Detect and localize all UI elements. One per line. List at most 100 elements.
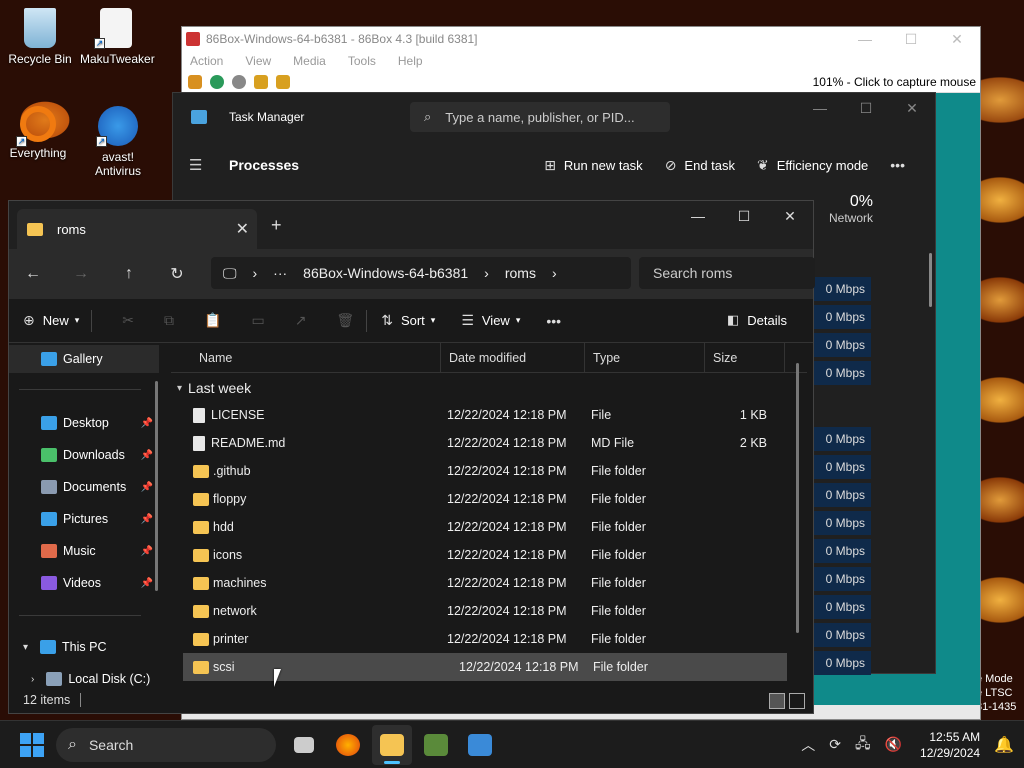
up-icon[interactable]: ↑ [105,265,153,283]
see-more-button[interactable]: ••• [546,313,569,329]
chevron-up-icon[interactable]: ︿ [801,735,815,755]
close-tab-icon[interactable]: ✕ [236,219,249,239]
new-tab-button[interactable]: + [271,215,282,236]
desktop-icon-avast[interactable]: ↗ avast! Antivirus [82,106,154,178]
back-icon[interactable]: ← [9,265,57,283]
minimize-button[interactable]: — [842,31,888,48]
task-manager-search[interactable]: ⌕ Type a name, publisher, or PID... [410,102,670,132]
breadcrumb-item[interactable]: roms [505,265,536,281]
refresh-icon[interactable]: ↻ [153,264,201,284]
file-explorer-window[interactable]: roms ✕ + — ☐ ✕ ← → ↑ ↻ 🖵 › ··· 86Box-Win… [8,200,815,714]
reset-icon[interactable] [210,74,224,89]
large-icons-view-icon[interactable] [789,693,805,709]
maximize-button[interactable]: ☐ [888,31,934,48]
desktop-icon-makutweaker[interactable]: ↗ MakuTweaker [80,8,155,66]
more-breadcrumbs-icon[interactable]: ··· [273,265,287,281]
sidebar-item-this-pc[interactable]: ▾ This PC [9,633,159,661]
menu-view[interactable]: View [245,54,271,68]
column-date-modified[interactable]: Date modified [441,342,585,373]
delete-icon[interactable]: 🗑 [336,312,354,329]
paste-icon[interactable]: 📋 [204,312,221,329]
chevron-right-icon[interactable]: › [484,265,489,281]
file-row[interactable]: icons 12/22/2024 12:18 PM File folder [171,541,807,569]
breadcrumb-item[interactable]: 86Box-Windows-64-b6381 [303,265,468,281]
settings-icon[interactable] [276,74,290,89]
menu-tools[interactable]: Tools [348,54,376,68]
network-icon[interactable]: 🖧 [855,733,871,757]
column-size[interactable]: Size [705,342,785,373]
file-row[interactable]: hdd 12/22/2024 12:18 PM File folder [171,513,807,541]
taskbar-search[interactable]: ⌕ Search [56,727,276,762]
chevron-down-icon[interactable]: ▾ [23,642,28,653]
sort-button[interactable]: ⇅ Sort ▾ [381,312,435,329]
menu-help[interactable]: Help [398,54,423,68]
scrollbar[interactable] [796,363,799,633]
file-row[interactable]: network 12/22/2024 12:18 PM File folder [171,597,807,625]
desktop-icon-everything[interactable]: ↗ Everything [2,106,74,160]
copy-icon[interactable]: ⧉ [164,312,174,329]
maximize-button[interactable]: ☐ [721,201,767,231]
file-row[interactable]: machines 12/22/2024 12:18 PM File folder [171,569,807,597]
tab-roms[interactable]: roms ✕ [17,209,257,249]
network-column-header[interactable]: 0% Network [813,193,873,225]
close-button[interactable]: ✕ [767,201,813,231]
close-button[interactable]: ✕ [889,93,935,123]
sidebar-item-desktop[interactable]: Desktop 📌 [9,409,159,437]
minimize-button[interactable]: — [675,201,721,231]
sidebar-item-downloads[interactable]: Downloads 📌 [9,441,159,469]
details-button[interactable]: ◧ Details [727,312,787,328]
scrollbar[interactable] [155,381,158,591]
details-view-icon[interactable] [769,693,785,709]
chevron-right-icon[interactable]: › [253,265,258,281]
group-header[interactable]: ▾ Last week [171,375,807,401]
cut-icon[interactable]: ✂ [122,312,134,329]
desktop-icon-recycle-bin[interactable]: Recycle Bin [4,8,76,66]
file-row[interactable]: README.md 12/22/2024 12:18 PM MD File 2 KB [171,429,807,457]
power-icon[interactable] [232,74,246,89]
view-button[interactable]: ☰ View ▾ [461,312,520,329]
search-input[interactable]: Search roms [639,257,815,289]
start-button[interactable] [20,732,44,757]
clock[interactable]: 12:55 AM 12/29/2024 [920,729,980,761]
sidebar-item-documents[interactable]: Documents 📌 [9,473,159,501]
new-button[interactable]: ⊕ New ▾ [23,312,79,329]
file-row[interactable]: .github 12/22/2024 12:18 PM File folder [171,457,807,485]
column-name[interactable]: Name [171,342,441,373]
run-new-task-button[interactable]: ⊞ Run new task [544,157,643,174]
notification-bell-icon[interactable]: 🔔 [994,735,1014,755]
file-explorer-button[interactable] [372,724,412,765]
file-row[interactable]: LICENSE 12/22/2024 12:18 PM File 1 KB [171,401,807,429]
close-button[interactable]: ✕ [934,31,980,48]
update-icon[interactable]: ⟳ [829,736,841,753]
sidebar-item-videos[interactable]: Videos 📌 [9,569,159,597]
menu-action[interactable]: Action [190,54,223,68]
chevron-right-icon[interactable]: › [31,674,34,685]
sidebar-item-music[interactable]: Music 📌 [9,537,159,565]
task-view-button[interactable] [284,725,324,765]
file-row[interactable]: floppy 12/22/2024 12:18 PM File folder [171,485,807,513]
file-row[interactable]: printer 12/22/2024 12:18 PM File folder [171,625,807,653]
rename-icon[interactable]: ▭ [251,312,264,329]
task-manager-button[interactable] [460,725,500,765]
share-icon[interactable]: ↗ [295,312,307,329]
chevron-right-icon[interactable]: › [552,265,557,281]
maximize-button[interactable]: ☐ [843,93,889,123]
86box-button[interactable] [416,725,456,765]
hamburger-menu-icon[interactable]: ☰ [189,156,205,174]
sidebar-item-pictures[interactable]: Pictures 📌 [9,505,159,533]
end-task-button[interactable]: ⊘ End task [665,157,735,174]
vm-titlebar[interactable]: 86Box-Windows-64-b6381 - 86Box 4.3 [buil… [182,27,980,51]
scrollbar[interactable] [929,253,932,307]
ctrl-alt-del-icon[interactable] [254,74,268,89]
more-options-button[interactable]: ••• [890,157,913,173]
efficiency-mode-button[interactable]: ❦ Efficiency mode [757,157,868,174]
volume-muted-icon[interactable]: 🔇 [885,736,902,753]
menu-media[interactable]: Media [293,54,326,68]
column-type[interactable]: Type [585,342,705,373]
sidebar-item-gallery[interactable]: Gallery [9,345,159,373]
forward-icon[interactable]: → [57,265,105,283]
firefox-button[interactable] [328,725,368,765]
address-bar[interactable]: 🖵 › ··· 86Box-Windows-64-b6381 › roms › [211,257,631,289]
minimize-button[interactable]: — [797,93,843,123]
pause-icon[interactable] [188,74,202,89]
